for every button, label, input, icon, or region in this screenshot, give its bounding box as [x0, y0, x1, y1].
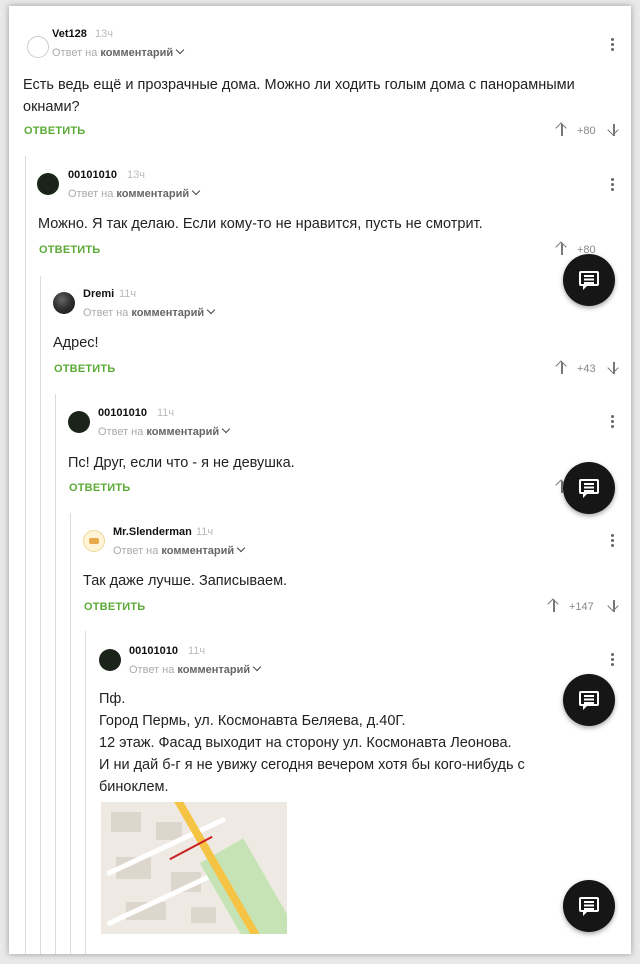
thread-line — [85, 631, 86, 954]
avatar[interactable] — [37, 173, 59, 195]
comment-text: Пс! Друг, если что - я не девушка. — [68, 455, 295, 471]
avatar[interactable] — [27, 36, 49, 58]
comment-icon — [579, 691, 599, 710]
upvote-icon[interactable] — [555, 360, 569, 376]
reply-to-prefix: Ответ на — [83, 307, 129, 319]
reply-to-target: комментарий — [146, 426, 220, 438]
vote-count: +147 — [569, 601, 594, 613]
comment-author[interactable]: Dremi — [83, 288, 114, 300]
thread-line — [70, 513, 71, 954]
comment-time: 11ч — [188, 645, 206, 657]
comment-text: Так даже лучше. Записываем. — [83, 573, 288, 589]
reply-to-prefix: Ответ на — [52, 47, 98, 59]
comment-text: Есть ведь ещё и прозрачные дома. Можно л… — [23, 77, 575, 115]
comment-fab[interactable] — [563, 462, 615, 514]
thread-line — [25, 156, 26, 954]
comment-time: 13ч — [127, 169, 145, 181]
upvote-icon[interactable] — [555, 241, 569, 257]
chevron-down-icon — [175, 45, 185, 55]
reply-to-link[interactable]: Ответ на комментарий — [98, 424, 231, 438]
map-image[interactable] — [101, 802, 287, 934]
comment-time: 11ч — [157, 407, 175, 419]
comment-fab[interactable] — [563, 674, 615, 726]
reply-to-target: комментарий — [161, 545, 235, 557]
reply-to-target: комментарий — [100, 47, 174, 59]
upvote-icon[interactable] — [547, 598, 561, 614]
comment-author[interactable]: Mr.Slenderman — [113, 526, 192, 538]
reply-button[interactable]: ОТВЕТИТЬ — [54, 363, 115, 375]
comments-page: Vet128 13ч Ответ на комментарий Есть вед… — [9, 6, 631, 954]
reply-to-link[interactable]: Ответ на комментарий — [129, 662, 262, 676]
comment-line: 12 этаж. Фасад выходит на сторону ул. Ко… — [99, 735, 512, 751]
chevron-down-icon — [221, 424, 231, 434]
reply-button[interactable]: ОТВЕТИТЬ — [69, 482, 130, 494]
chevron-down-icon — [252, 662, 262, 672]
comment-line: Город Пермь, ул. Космонавта Беляева, д.4… — [99, 713, 406, 729]
reply-to-link[interactable]: Ответ на комментарий — [52, 45, 185, 59]
thread-line — [40, 276, 41, 954]
reply-to-link[interactable]: Ответ на комментарий — [83, 305, 216, 319]
comment-fab[interactable] — [563, 254, 615, 306]
comment-line: И ни дай б-г я не увижу сегодня вечером … — [99, 757, 525, 773]
comment-icon — [579, 271, 599, 290]
comment-line: биноклем. — [99, 779, 169, 795]
downvote-icon[interactable] — [607, 360, 621, 376]
chevron-down-icon — [191, 186, 201, 196]
comment-author[interactable]: 00101010 — [129, 645, 178, 657]
more-options-icon[interactable] — [609, 36, 615, 52]
more-options-icon[interactable] — [609, 532, 615, 548]
reply-to-target: комментарий — [116, 188, 190, 200]
chevron-down-icon — [206, 305, 216, 315]
avatar[interactable] — [68, 411, 90, 433]
comment-icon — [579, 897, 599, 916]
comment-text: Пф. Город Пермь, ул. Космонавта Беляева,… — [99, 688, 569, 798]
reply-to-prefix: Ответ на — [113, 545, 159, 557]
comment-text: Адрес! — [53, 335, 99, 351]
reply-to-target: комментарий — [177, 664, 251, 676]
comment-fab[interactable] — [563, 880, 615, 932]
reply-to-link[interactable]: Ответ на комментарий — [68, 186, 201, 200]
reply-to-prefix: Ответ на — [129, 664, 175, 676]
thread-line — [55, 394, 56, 954]
comment-text: Можно. Я так делаю. Если кому-то не нрав… — [38, 216, 483, 232]
comment-author[interactable]: 00101010 — [98, 407, 147, 419]
reply-to-prefix: Ответ на — [68, 188, 114, 200]
more-options-icon[interactable] — [609, 651, 615, 667]
reply-to-target: комментарий — [131, 307, 205, 319]
vote-count: +80 — [577, 125, 596, 137]
avatar[interactable] — [53, 292, 75, 314]
upvote-icon[interactable] — [555, 122, 569, 138]
more-options-icon[interactable] — [609, 413, 615, 429]
reply-to-prefix: Ответ на — [98, 426, 144, 438]
avatar[interactable] — [83, 530, 105, 552]
reply-button[interactable]: ОТВЕТИТЬ — [24, 125, 85, 137]
comment-time: 11ч — [196, 526, 214, 538]
comment-author[interactable]: Vet128 — [52, 28, 87, 40]
avatar[interactable] — [99, 649, 121, 671]
comment-icon — [579, 479, 599, 498]
downvote-icon[interactable] — [607, 598, 621, 614]
downvote-icon[interactable] — [607, 122, 621, 138]
comment-time: 11ч — [119, 288, 137, 300]
more-options-icon[interactable] — [609, 176, 615, 192]
comment-author[interactable]: 00101010 — [68, 169, 117, 181]
reply-button[interactable]: ОТВЕТИТЬ — [39, 244, 100, 256]
reply-to-link[interactable]: Ответ на комментарий — [113, 543, 246, 557]
chevron-down-icon — [236, 543, 246, 553]
comment-line: Пф. — [99, 691, 126, 707]
comment-time: 13ч — [95, 28, 113, 40]
reply-button[interactable]: ОТВЕТИТЬ — [84, 601, 145, 613]
vote-count: +43 — [577, 363, 596, 375]
